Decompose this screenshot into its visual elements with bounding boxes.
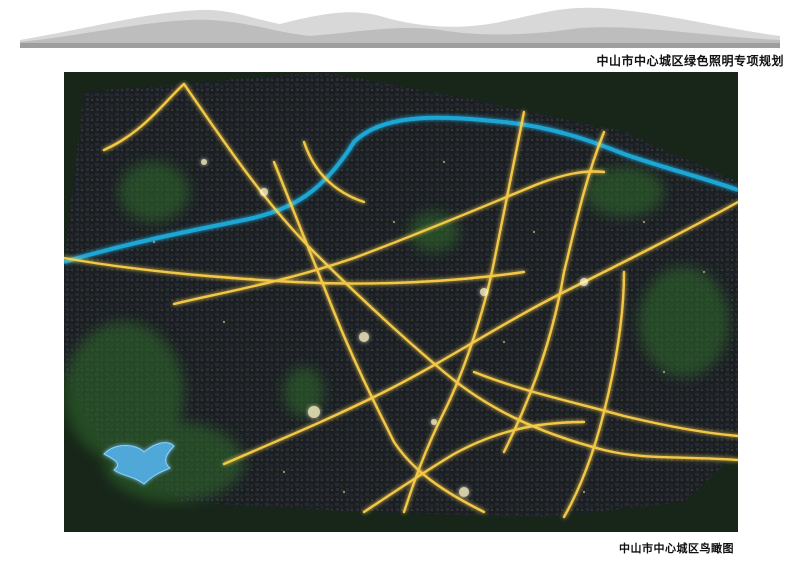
- aerial-night-map: [64, 72, 738, 532]
- document-title: 中山市中心城区绿色照明专项规划: [596, 54, 784, 68]
- city-night-illustration: [64, 72, 738, 532]
- header-mountain-decoration: [20, 7, 780, 49]
- figure-caption: 中山市中心城区鸟瞰图: [619, 542, 734, 555]
